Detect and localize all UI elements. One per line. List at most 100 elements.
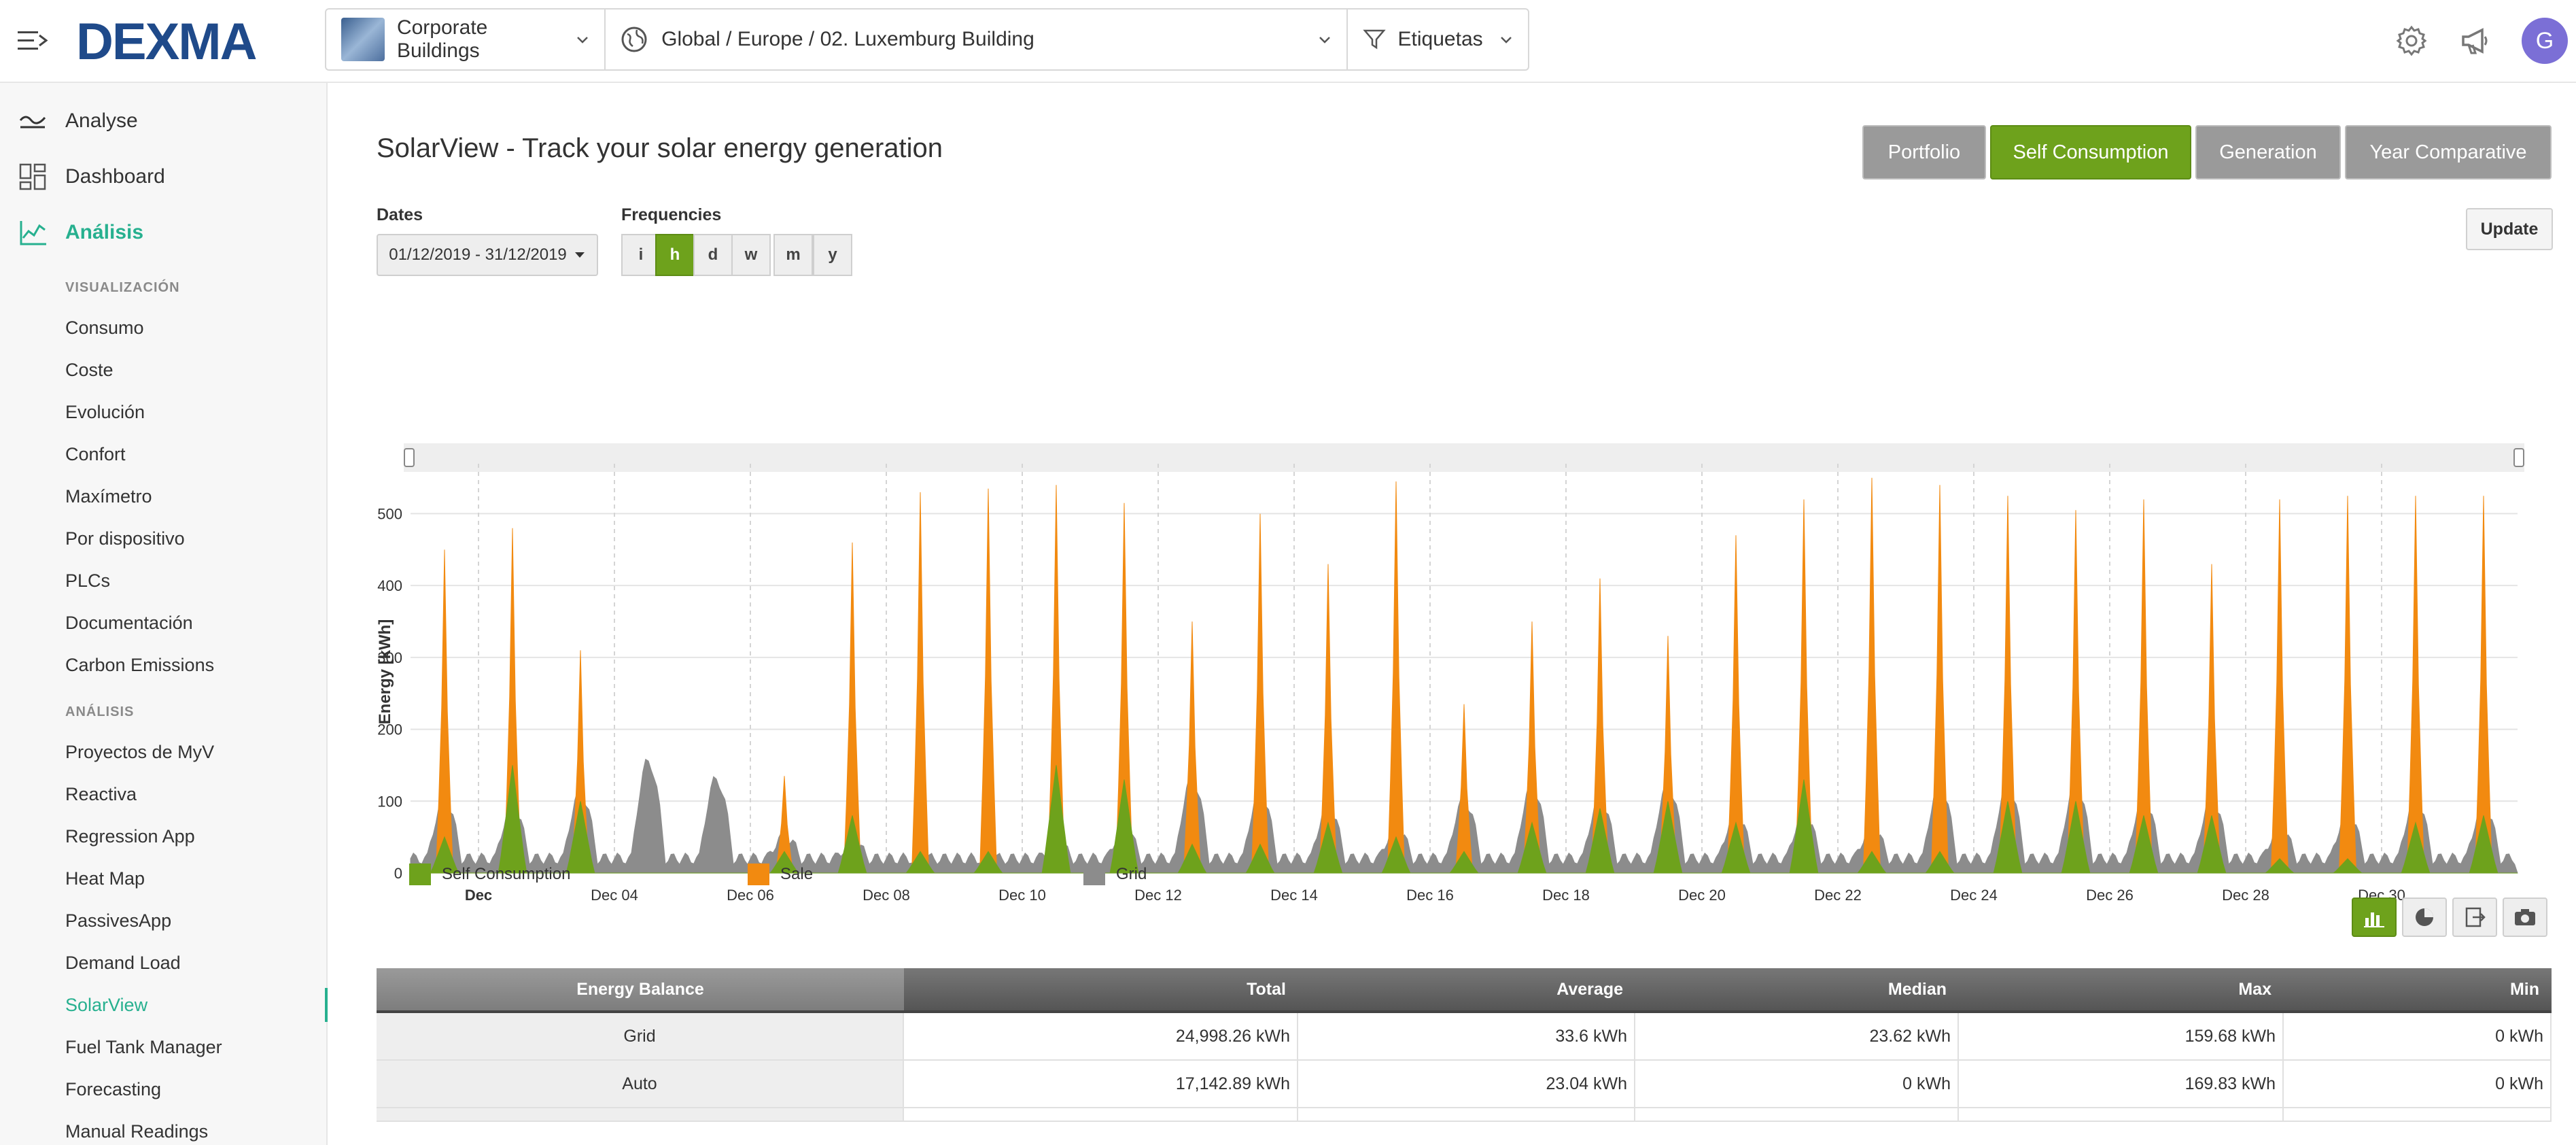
bar-chart-icon [2364,912,2384,927]
sidebar-item-passivesapp[interactable]: PassivesApp [0,907,328,934]
gear-icon[interactable] [2395,24,2428,57]
sidebar-item-proyectos-de-myv[interactable]: Proyectos de MyV [0,738,328,766]
update-button[interactable]: Update [2466,208,2553,250]
frequencies-label: Frequencies [621,205,722,224]
sidebar-item-label: PassivesApp [65,910,172,931]
frequency-w[interactable]: w [731,234,771,276]
x-tick-label: Dec 06 [727,887,774,904]
x-tick-label: Dec 18 [1542,887,1590,904]
sidebar-item-label: Coste [65,359,114,380]
sidebar-item-heat-map[interactable]: Heat Map [0,865,328,892]
sidebar-item-fuel-tank-manager[interactable]: Fuel Tank Manager [0,1033,328,1061]
cell-median [1635,1108,1959,1121]
sidebar-item-label: Documentación [65,612,193,633]
row-label: Auto [377,1061,904,1107]
legend-self-consumption[interactable]: Self Consumption [409,864,570,885]
sidebar-item-evoluci-n[interactable]: Evolución [0,398,328,426]
page-title: SolarView - Track your solar energy gene… [377,133,943,163]
tab-generation[interactable]: Generation [2195,125,2341,180]
table-row-partial [377,1108,2552,1122]
frequency-d[interactable]: d [693,234,733,276]
chart-navigator-bar[interactable] [404,443,2524,472]
menu-collapse-icon[interactable] [18,29,49,53]
location-selector[interactable]: Global / Europe / 02. Luxemburg Building [606,10,1348,69]
row-label: Grid [377,1013,904,1059]
sidebar-item-max-metro[interactable]: Maxímetro [0,483,328,510]
sidebar-item-plcs[interactable]: PLCs [0,567,328,594]
globe-icon [621,27,647,52]
megaphone-icon[interactable] [2459,24,2492,57]
sidebar-item-label: Forecasting [65,1078,162,1099]
legend-swatch [1083,864,1105,885]
energy-chart[interactable]: 0100200300400500 Dec Dec 04 Dec 06 Dec 08 De… [377,355,2552,912]
col-header-energy-balance[interactable]: Energy Balance [377,968,904,1010]
cell-max: 169.83 kWh [1959,1061,2284,1107]
pie-chart-view-button[interactable] [2402,898,2447,937]
sidebar-item-consumo[interactable]: Consumo [0,314,328,341]
sidebar-group-title: VISUALIZACIÓN [65,279,180,295]
sidebar-item-analisis[interactable]: Análisis [0,218,328,247]
sidebar-item-por-dispositivo[interactable]: Por dispositivo [0,525,328,552]
organization-selector[interactable]: Corporate Buildings [326,10,606,69]
sidebar-item-coste[interactable]: Coste [0,356,328,383]
tab-year-comparative[interactable]: Year Comparative [2345,125,2552,180]
cell-min: 0 kWh [2284,1061,2552,1107]
cell-median: 0 kWh [1635,1061,1959,1107]
col-header-average[interactable]: Average [1298,968,1635,1010]
export-button[interactable] [2452,898,2497,937]
sidebar-item-label: Maxímetro [65,485,152,507]
sidebar-item-label: Evolución [65,401,145,422]
navigator-handle[interactable] [404,448,415,467]
frequency-y[interactable]: y [813,234,852,276]
sidebar-item-documentaci-n[interactable]: Documentación [0,609,328,636]
sidebar-item-demand-load[interactable]: Demand Load [0,949,328,976]
chevron-down-icon [1319,37,1330,44]
sidebar-item-manual-readings[interactable]: Manual Readings [0,1118,328,1145]
sidebar-item-label: Carbon Emissions [65,654,215,675]
frequency-h[interactable]: h [655,234,695,276]
sidebar-item-label: Fuel Tank Manager [65,1036,222,1057]
navigator-handle[interactable] [2513,448,2524,467]
sidebar-item-label: Manual Readings [65,1121,209,1142]
tags-label: Etiquetas [1397,28,1483,50]
sidebar-item-regression-app[interactable]: Regression App [0,823,328,850]
tab-self-consumption[interactable]: Self Consumption [1990,125,2191,180]
sidebar-item-label: Reactiva [65,783,137,804]
avatar[interactable]: G [2522,18,2568,64]
context-selector: Corporate Buildings Global / Europe / 02… [325,8,1529,71]
col-header-max[interactable]: Max [1959,968,2284,1010]
sidebar-item-label: Proyectos de MyV [65,741,215,762]
col-header-min[interactable]: Min [2284,968,2552,1010]
tab-portfolio[interactable]: Portfolio [1862,125,1986,180]
cell-average: 33.6 kWh [1298,1013,1635,1059]
sidebar-item-forecasting[interactable]: Forecasting [0,1076,328,1103]
sidebar-item-reactiva[interactable]: Reactiva [0,781,328,808]
sidebar-group-analisis: ANÁLISIS [0,702,328,722]
dexma-logo[interactable]: DEXMA [76,12,257,71]
legend-sale[interactable]: Sale [748,864,813,885]
x-tick-label: Dec 22 [1814,887,1862,904]
x-tick-label: Dec [465,887,492,904]
line-chart-icon [20,221,46,245]
tags-filter[interactable]: Etiquetas [1348,10,1528,69]
sidebar-item-dashboard[interactable]: Dashboard [0,162,328,192]
camera-icon [2515,909,2535,925]
date-range-value: 01/12/2019 - 31/12/2019 [389,245,567,264]
sidebar-section-analyse[interactable]: Analyse [0,106,328,136]
sidebar-item-confort[interactable]: Confort [0,441,328,468]
legend-grid[interactable]: Grid [1083,864,1147,885]
analyse-icon [19,116,46,129]
sidebar-label-dashboard: Dashboard [65,165,165,188]
col-header-median[interactable]: Median [1635,968,1959,1010]
screenshot-button[interactable] [2503,898,2547,937]
legend-label: Self Consumption [442,865,571,883]
cell-max: 159.68 kWh [1959,1013,2284,1059]
date-range-picker[interactable]: 01/12/2019 - 31/12/2019 [377,234,598,276]
building-icon [341,18,385,61]
col-header-total[interactable]: Total [904,968,1298,1010]
sidebar-item-solarview[interactable]: SolarView [0,988,328,1022]
frequency-m[interactable]: m [773,234,813,276]
sidebar-item-carbon-emissions[interactable]: Carbon Emissions [0,651,328,679]
bar-chart-view-button[interactable] [2352,898,2397,937]
cell-median: 23.62 kWh [1635,1013,1959,1059]
